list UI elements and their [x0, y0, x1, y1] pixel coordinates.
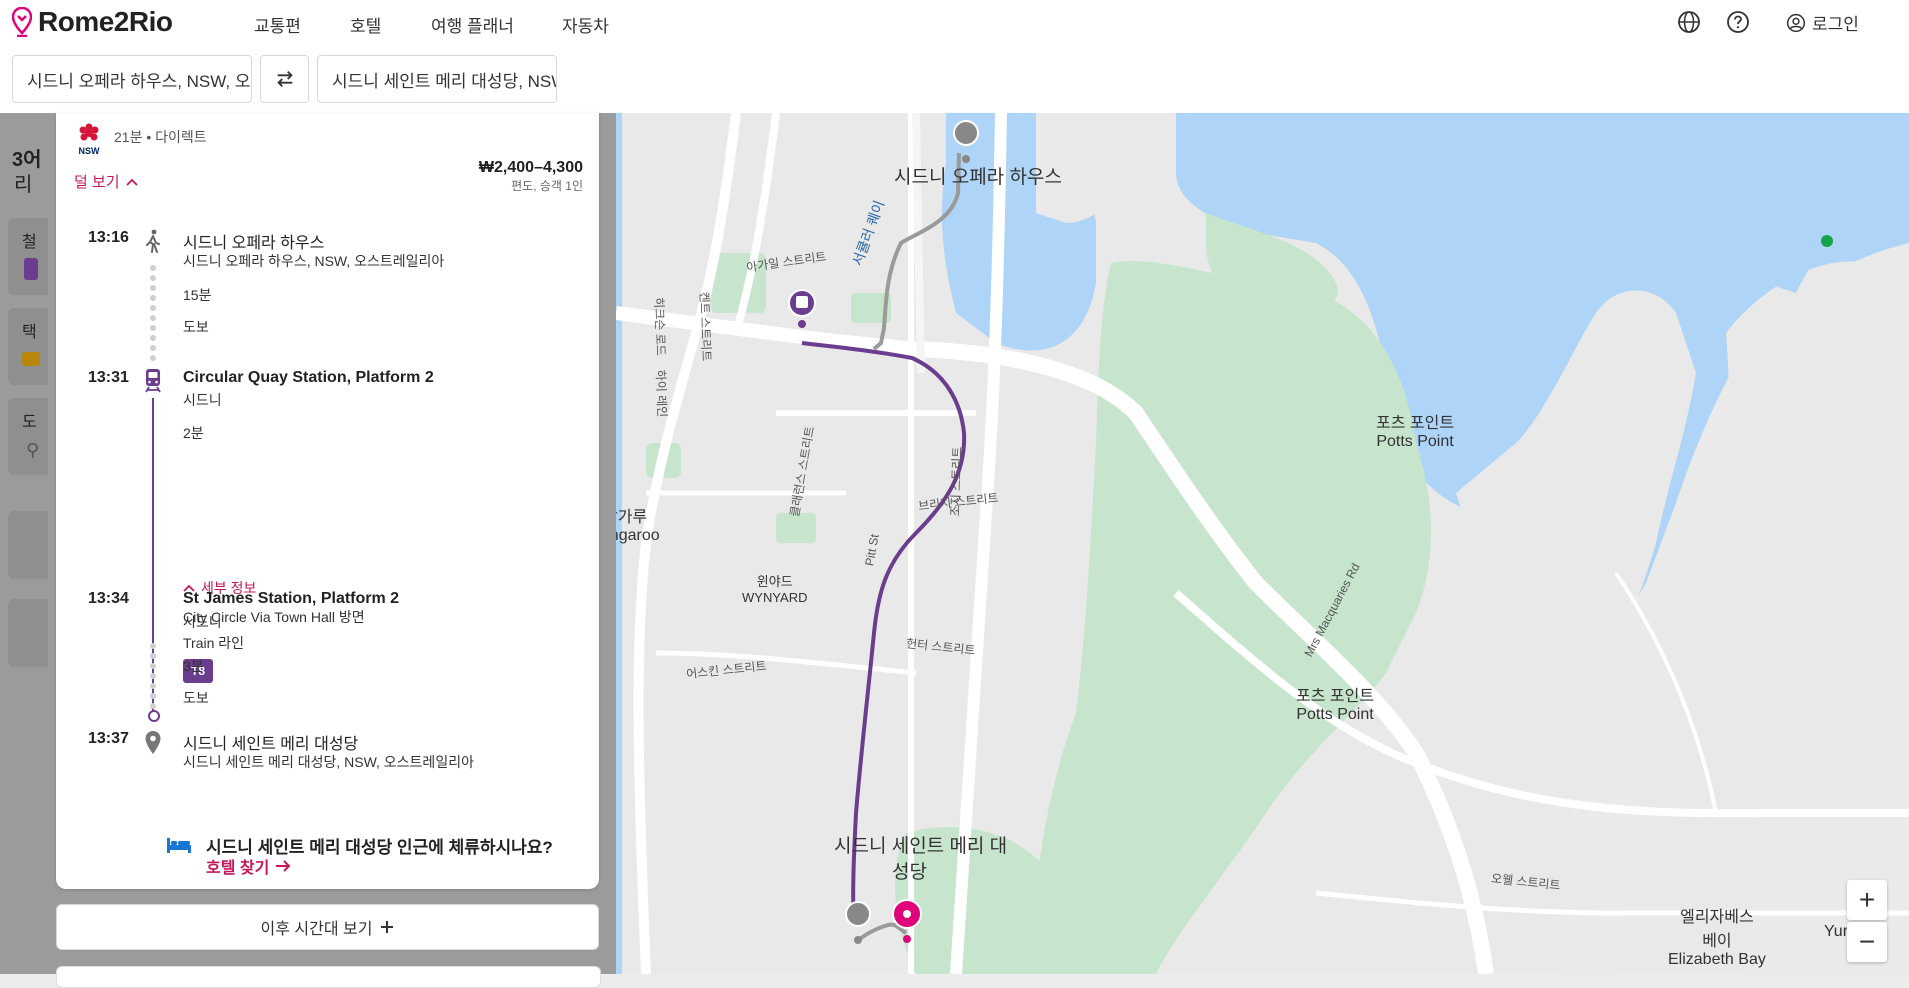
- map-canvas: [616, 113, 1909, 974]
- street-hickson: 히크슨 로드: [651, 297, 668, 357]
- label-potts-point-en: Potts Point: [1376, 433, 1454, 450]
- swap-arrows-icon: [276, 71, 293, 87]
- label-cathedral: 시드니 세인트 메리 대: [834, 836, 1008, 857]
- stop-name: 시드니 세인트 메리 대성당: [183, 736, 359, 753]
- origin-input[interactable]: 시드니 오페라 하우스, NSW, 오스트레일리아: [12, 55, 252, 103]
- top-nav: Rome2Rio 교통편 호텔 여행 플래너 자동차 로그인: [0, 0, 1909, 49]
- walk-mode: 도보: [183, 319, 209, 335]
- walk-connector: [150, 643, 156, 713]
- stop-address: 시드니 세인트 메리 대성당, NSW, 오스트레일리아: [183, 754, 474, 770]
- stop-time: 13:34: [88, 590, 129, 607]
- label-cathedral-2: 성당: [892, 862, 927, 883]
- walk-mode: 도보: [183, 690, 209, 706]
- label-potts-point-ko: 포츠 포인트: [1376, 415, 1455, 432]
- walk-icon: [146, 229, 160, 253]
- backdrop-card-taxi: 택: [8, 308, 48, 385]
- label-barangaroo-ko: 바랑가루: [616, 509, 648, 526]
- route-summary: 21분 • 다이렉트: [114, 129, 207, 145]
- zoom-in-button[interactable]: +: [1847, 880, 1887, 920]
- label-opera-house: 시드니 오페라 하우스: [894, 167, 1062, 188]
- street-george: 조지 스트리트: [948, 446, 965, 517]
- stop-time: 13:31: [88, 369, 129, 386]
- backdrop-card-label: 철: [22, 234, 37, 251]
- walk-duration: 3분: [183, 658, 204, 674]
- label-elizabeth-en: Elizabeth Bay: [1668, 951, 1766, 968]
- label-elizabeth-ko-2: 베이: [1702, 933, 1732, 950]
- train-icon: [24, 258, 38, 280]
- map-view[interactable]: 시드니 오페라 하우스 시드니 세인트 메리 대 성당 서큘러 퀘이 포츠 포인…: [616, 113, 1909, 974]
- backdrop-card-train: 철: [8, 218, 48, 295]
- street-kent: 켄트 스트리트: [697, 291, 714, 362]
- label-potts-point-2: 포츠 포인트 Potts Point: [1296, 682, 1374, 724]
- backdrop-card-walk: 도 ⚲: [8, 398, 48, 475]
- label-potts-point-2-en: Potts Point: [1296, 706, 1374, 723]
- price-range: ₩2,400–4,300: [478, 159, 583, 176]
- label-wynyard-en: WYNYARD: [742, 590, 808, 605]
- stop-time: 13:37: [88, 730, 129, 747]
- find-hotels-link[interactable]: 호텔 찾기: [206, 854, 291, 878]
- walk-icon: ⚲: [26, 440, 40, 460]
- label-barangaroo-en: Barangaroo: [616, 527, 660, 544]
- bed-icon: [167, 838, 191, 853]
- stop-address: 시드니: [183, 614, 222, 630]
- walk-duration: 15분: [183, 287, 212, 303]
- label-potts-point-2-ko: 포츠 포인트: [1296, 688, 1375, 705]
- login-button[interactable]: 로그인: [1786, 10, 1859, 35]
- nsw-logo-text: NSW: [79, 146, 101, 156]
- backdrop-card-car: [8, 511, 48, 579]
- label-elizabeth-bay: 엘리자베스 베이 Elizabeth Bay: [1668, 903, 1766, 969]
- label-elizabeth-ko: 엘리자베스: [1680, 909, 1754, 926]
- login-label: 로그인: [1812, 15, 1859, 34]
- tab-cars[interactable]: 자동차: [562, 12, 609, 37]
- label-wynyard: 윈야드 WYNYARD: [742, 571, 807, 605]
- stop-address: 시드니 오페라 하우스, NSW, 오스트레일리아: [183, 253, 445, 269]
- stop-name: 시드니 오페라 하우스: [183, 235, 325, 252]
- backdrop-card-other: [8, 599, 48, 667]
- logo[interactable]: Rome2Rio: [12, 6, 173, 38]
- globe-icon[interactable]: [1677, 10, 1701, 34]
- show-less-label: 덜 보기: [74, 174, 120, 191]
- tab-hotels[interactable]: 호텔: [350, 12, 381, 37]
- walk-start-marker[interactable]: [953, 120, 979, 146]
- route-detail-card: NSW 21분 • 다이렉트 덜 보기 ₩2,400–4,300 편도, 승객 …: [56, 113, 599, 889]
- find-hotels-label: 호텔 찾기: [206, 860, 270, 877]
- train-icon: [145, 369, 161, 393]
- label-potts-point: 포츠 포인트 Potts Point: [1376, 409, 1454, 451]
- plus-icon: [381, 921, 394, 933]
- stop-address: 시드니: [183, 392, 222, 408]
- logo-pin-icon: [12, 7, 32, 37]
- stop-name: Circular Quay Station, Platform 2: [183, 369, 434, 386]
- stop-name: St James Station, Platform 2: [183, 590, 400, 607]
- user-icon: [1786, 13, 1806, 32]
- taxi-icon: [22, 352, 40, 366]
- label-wynyard-ko: 윈야드: [756, 574, 793, 589]
- chevron-up-icon: [125, 178, 138, 186]
- backdrop-card-label: 도: [22, 414, 37, 431]
- street-high: 하이 레인: [653, 369, 670, 418]
- destination-input[interactable]: 시드니 세인트 메리 대성당, NSW, 오스트레일리아: [317, 55, 557, 103]
- tab-transport[interactable]: 교통편: [240, 12, 315, 49]
- price-note: 편도, 승객 1인: [511, 179, 583, 193]
- label-barangaroo: 바랑가루 Barangaroo: [616, 503, 660, 545]
- walk-end-marker[interactable]: [845, 901, 871, 927]
- search-bar: 시드니 오페라 하우스, NSW, 오스트레일리아 시드니 세인트 메리 대성당…: [0, 45, 1909, 114]
- arrow-right-icon: [276, 860, 291, 872]
- nsw-logo-icon: NSW: [79, 123, 101, 156]
- walk-connector: [150, 265, 156, 365]
- later-times-button[interactable]: 이후 시간대 보기: [56, 904, 599, 950]
- location-pin-icon: [145, 731, 161, 754]
- later-times-label: 이후 시간대 보기: [260, 921, 373, 938]
- zoom-out-button[interactable]: −: [1847, 922, 1887, 962]
- swap-button[interactable]: [260, 55, 309, 103]
- show-less-link[interactable]: 덜 보기: [74, 171, 138, 192]
- train-duration: 2분: [183, 425, 204, 441]
- train-line-name: Train 라인: [183, 635, 245, 651]
- help-icon[interactable]: [1726, 10, 1750, 34]
- logo-text: Rome2Rio: [38, 6, 173, 37]
- backdrop-heading-2: 리: [14, 174, 33, 196]
- tab-trip-planner[interactable]: 여행 플래너: [431, 12, 514, 37]
- backdrop-card-label: 택: [22, 324, 37, 341]
- next-result-card[interactable]: [56, 966, 601, 988]
- stop-time: 13:16: [88, 229, 129, 246]
